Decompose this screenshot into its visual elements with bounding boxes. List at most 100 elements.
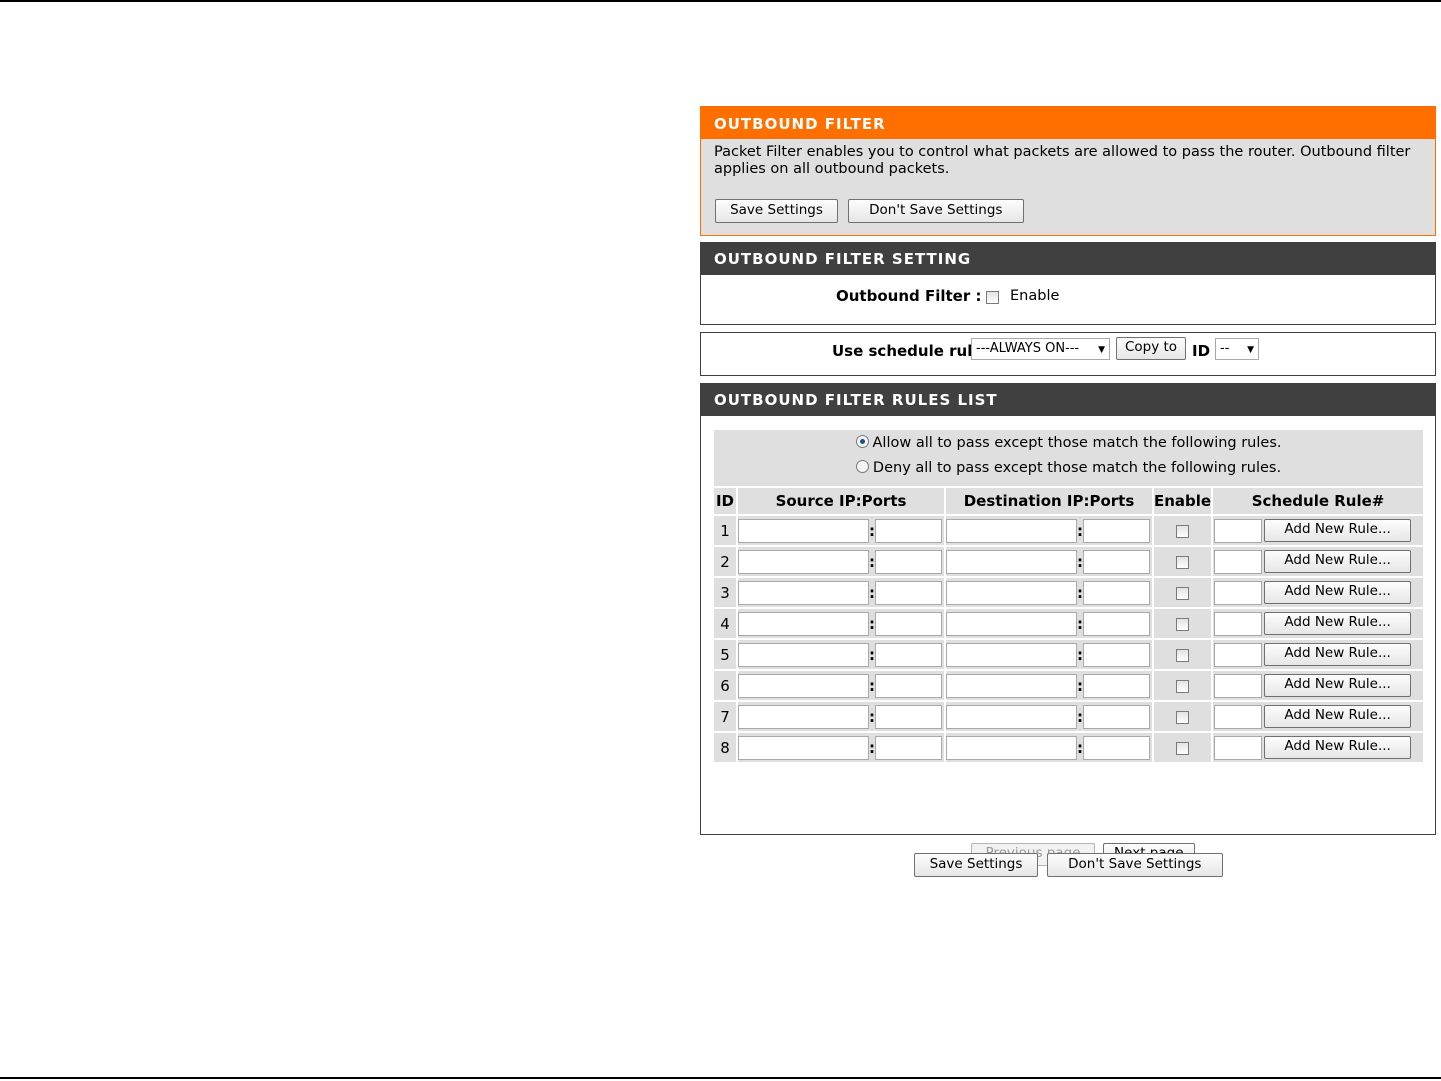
deny-radio[interactable] [855,460,869,473]
top-divider [0,0,1441,2]
source-port-input[interactable] [875,611,942,636]
source-ip-input[interactable] [738,642,869,667]
rule-enable-checkbox[interactable] [1176,741,1190,755]
enable-cell [1154,733,1212,762]
rule-enable-checkbox[interactable] [1176,555,1190,569]
deny-option[interactable]: Deny all to pass except those match the … [714,455,1423,480]
source-ip-input[interactable] [738,518,869,543]
destination-port-input[interactable] [1083,518,1150,543]
schedule-rule-select[interactable]: ---ALWAYS ON--- ▼ [971,338,1110,360]
rule-enable-checkbox[interactable] [1176,586,1190,600]
destination-port-input[interactable] [1083,735,1150,760]
save-settings-button[interactable]: Save Settings [715,199,838,223]
schedule-rule-input[interactable] [1214,580,1263,605]
table-row: 8:: Add New Rule... [714,733,1423,762]
schedule-rule-panel: Use schedule rule ---ALWAYS ON--- ▼ Copy… [700,332,1436,376]
destination-ip-input[interactable] [946,642,1077,667]
allow-option[interactable]: Allow all to pass except those match the… [714,430,1423,455]
source-port-input[interactable] [875,704,942,729]
source-ip-input[interactable] [738,673,869,698]
add-new-rule-button[interactable]: Add New Rule... [1264,549,1412,573]
source-ip-input[interactable] [738,704,869,729]
schedule-rule-input[interactable] [1214,704,1263,729]
source-port-input[interactable] [875,735,942,760]
col-schedule-header: Schedule Rule# [1213,488,1423,514]
source-cell: : [738,733,944,762]
footer-save-settings-button[interactable]: Save Settings [914,853,1038,877]
rule-enable-checkbox[interactable] [1176,617,1190,631]
add-new-rule-button[interactable]: Add New Rule... [1264,735,1412,759]
enable-cell [1154,516,1212,545]
copy-to-button[interactable]: Copy to [1116,337,1186,360]
table-row: 6:: Add New Rule... [714,671,1423,700]
enable-cell [1154,578,1212,607]
destination-port-input[interactable] [1083,549,1150,574]
allow-radio[interactable] [855,435,869,448]
table-row: 4:: Add New Rule... [714,609,1423,638]
schedule-cell: Add New Rule... [1213,640,1423,669]
destination-ip-input[interactable] [946,518,1077,543]
destination-port-input[interactable] [1083,673,1150,698]
add-new-rule-button[interactable]: Add New Rule... [1264,673,1412,697]
add-new-rule-button[interactable]: Add New Rule... [1264,580,1412,604]
add-new-rule-button[interactable]: Add New Rule... [1264,611,1412,635]
destination-cell: : [946,733,1152,762]
dont-save-settings-button[interactable]: Don't Save Settings [847,199,1024,223]
destination-cell: : [946,516,1152,545]
source-ip-input[interactable] [738,580,869,605]
destination-port-input[interactable] [1083,580,1150,605]
rule-enable-checkbox[interactable] [1176,524,1190,538]
destination-ip-input[interactable] [946,673,1077,698]
schedule-cell: Add New Rule... [1213,578,1423,607]
schedule-rule-input[interactable] [1214,611,1263,636]
col-id-header: ID [714,488,736,514]
footer-dont-save-settings-button[interactable]: Don't Save Settings [1046,853,1223,877]
schedule-rule-input[interactable] [1214,518,1263,543]
source-port-input[interactable] [875,580,942,605]
destination-cell: : [946,671,1152,700]
source-ip-input[interactable] [738,611,869,636]
source-port-input[interactable] [875,549,942,574]
enable-cell [1154,547,1212,576]
outbound-filter-enable-checkbox[interactable] [986,291,999,304]
destination-ip-input[interactable] [946,549,1077,574]
outbound-filter-label: Outbound Filter : [836,287,982,305]
source-ip-input[interactable] [738,735,869,760]
destination-ip-input[interactable] [946,735,1077,760]
destination-port-input[interactable] [1083,611,1150,636]
source-port-input[interactable] [875,673,942,698]
schedule-rule-input[interactable] [1214,735,1263,760]
rule-enable-checkbox[interactable] [1176,710,1190,724]
rule-id: 4 [714,609,736,638]
add-new-rule-button[interactable]: Add New Rule... [1264,518,1412,542]
footer-button-row: Save Settings Don't Save Settings [914,853,1223,877]
rules-list-panel: OUTBOUND FILTER RULES LIST Allow all to … [700,383,1436,866]
copy-id-select[interactable]: -- ▼ [1215,338,1259,360]
rules-table-header: ID Source IP:Ports Destination IP:Ports … [714,488,1423,514]
schedule-rule-input[interactable] [1214,673,1263,698]
add-new-rule-button[interactable]: Add New Rule... [1264,704,1412,728]
rule-enable-checkbox[interactable] [1176,648,1190,662]
id-label: ID [1192,342,1211,360]
bottom-divider [0,1077,1441,1079]
col-source-header: Source IP:Ports [738,488,944,514]
source-ip-input[interactable] [738,549,869,574]
destination-port-input[interactable] [1083,642,1150,667]
schedule-rule-input[interactable] [1214,642,1263,667]
schedule-rule-input[interactable] [1214,549,1263,574]
source-port-input[interactable] [875,518,942,543]
add-new-rule-button[interactable]: Add New Rule... [1264,642,1412,666]
destination-cell: : [946,609,1152,638]
chevron-down-icon: ▼ [1247,345,1254,355]
outbound-filter-setting-panel: OUTBOUND FILTER SETTING Outbound Filter … [700,242,1436,325]
destination-ip-input[interactable] [946,704,1077,729]
schedule-cell: Add New Rule... [1213,702,1423,731]
destination-port-input[interactable] [1083,704,1150,729]
rules-table: ID Source IP:Ports Destination IP:Ports … [712,486,1425,764]
source-port-input[interactable] [875,642,942,667]
filter-mode-group: Allow all to pass except those match the… [714,430,1423,486]
table-row: 5:: Add New Rule... [714,640,1423,669]
rule-enable-checkbox[interactable] [1176,679,1190,693]
destination-ip-input[interactable] [946,580,1077,605]
destination-ip-input[interactable] [946,611,1077,636]
